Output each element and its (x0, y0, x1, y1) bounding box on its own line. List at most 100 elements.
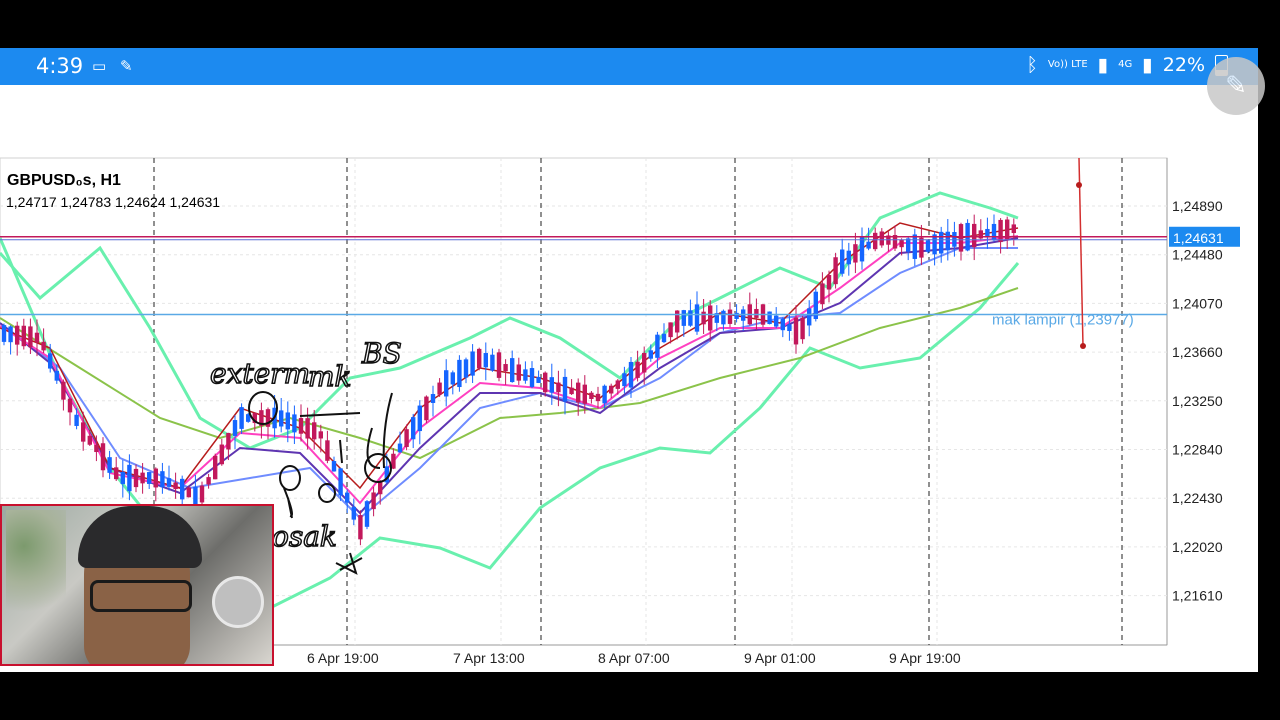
candle-body (681, 310, 686, 326)
candle-body (859, 237, 865, 262)
candle-body (826, 274, 832, 290)
candle-body (615, 380, 620, 389)
candle-body (94, 444, 99, 453)
candle-body (873, 232, 878, 250)
candle-body (444, 370, 449, 397)
candle-body (694, 304, 700, 332)
candle-body (793, 317, 799, 345)
candle-body (787, 324, 792, 332)
candle-body (925, 240, 931, 252)
current-price-value: 1,24631 (1173, 230, 1224, 246)
candle-body (562, 376, 568, 402)
handwritten-note: osak (272, 520, 337, 553)
candle-body (21, 325, 26, 347)
candle-body (298, 418, 304, 434)
candle-body (879, 231, 884, 246)
candle-body (206, 477, 211, 485)
candle-body (820, 283, 825, 305)
candle-body (81, 422, 86, 442)
y-tick-label: 1,21610 (1172, 588, 1223, 604)
candle-body (226, 432, 231, 450)
candle-body (404, 429, 409, 448)
candle-body (180, 478, 185, 500)
candle-body (219, 444, 224, 465)
candle-body (351, 506, 356, 520)
candle-body (939, 231, 944, 254)
candle-body (899, 239, 904, 248)
candle-body (325, 440, 330, 461)
candle-body (338, 468, 343, 496)
edit-fab[interactable]: ✎ (1207, 57, 1265, 115)
candle-body (866, 241, 871, 249)
candle-body (67, 398, 73, 413)
candle-body (54, 370, 59, 381)
candle-body (721, 310, 726, 325)
candle-body (397, 443, 403, 453)
candle-body (153, 468, 158, 488)
candle-body (147, 472, 152, 484)
candle-body (642, 352, 647, 373)
candle-body (523, 369, 528, 381)
candle-body (800, 317, 805, 340)
candle-body (622, 373, 627, 387)
candle-body (635, 361, 640, 378)
candle-body (767, 311, 772, 325)
candle-body (114, 467, 119, 480)
candle-body (8, 326, 13, 343)
candle-body (754, 308, 759, 318)
candle-body (833, 257, 838, 285)
candle-body (945, 231, 950, 251)
candle-body (48, 353, 53, 369)
candle-body (569, 387, 574, 395)
y-tick-label: 1,22020 (1172, 539, 1223, 555)
x-tick-label: 9 Apr 19:00 (889, 650, 961, 666)
candle-body (411, 417, 416, 440)
candle-body (589, 392, 594, 399)
candle-body (496, 352, 502, 378)
candle-body (668, 322, 673, 338)
person-cap (78, 506, 202, 568)
candle-body (1, 325, 7, 342)
candle-body (285, 412, 290, 430)
fan-background (212, 576, 264, 628)
candle-body (15, 325, 20, 345)
candle-body (529, 368, 535, 387)
candle-body (780, 318, 785, 331)
candle-body (516, 364, 521, 381)
ohlc-values: 1,24717 1,24783 1,24624 1,24631 (6, 194, 220, 210)
candle-body (87, 435, 92, 445)
trend-marker-end (1080, 343, 1086, 349)
candle-body (430, 394, 436, 403)
candle-body (450, 372, 455, 385)
candle-body (193, 486, 198, 505)
y-tick-label: 1,22430 (1172, 490, 1223, 506)
x-tick-label: 6 Apr 19:00 (307, 650, 379, 666)
candle-body (582, 384, 587, 404)
candle-body (457, 359, 462, 388)
candle-body (345, 492, 350, 503)
candle-body (331, 461, 337, 472)
candle-body (34, 332, 40, 343)
candle-body (364, 501, 370, 527)
candle-body (549, 377, 554, 393)
pencil-icon: ✎ (1225, 71, 1247, 101)
y-tick-label: 1,23660 (1172, 344, 1223, 360)
candle-body (688, 310, 693, 326)
webcam-overlay (0, 504, 274, 666)
candle-body (595, 393, 601, 402)
candle-body (958, 224, 964, 252)
candle-body (972, 223, 977, 248)
candle-body (536, 376, 541, 383)
candle-body (312, 422, 317, 440)
candle-body (232, 420, 238, 436)
candle-body (477, 348, 482, 369)
candle-body (470, 351, 475, 376)
candle-body (28, 326, 33, 348)
handwritten-note: mk (308, 360, 352, 393)
candle-body (61, 381, 66, 400)
candle-body (358, 515, 363, 540)
plant-background (6, 510, 66, 630)
candle-body (853, 244, 858, 263)
candle-body (140, 472, 145, 484)
person-glasses (90, 580, 192, 612)
